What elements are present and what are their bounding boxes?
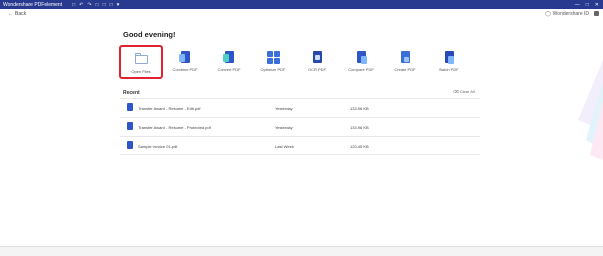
taskbar (0, 246, 603, 256)
pdf-file-icon (127, 103, 133, 111)
tool-label: Compare PDF (348, 67, 374, 72)
tool-label: OCR PDF (308, 67, 326, 72)
file-name: Transfer Award - Resume - Protected.pdf (138, 125, 211, 130)
tool-create-pdf[interactable]: Create PDF (383, 45, 427, 79)
create-pdf-icon (399, 51, 412, 64)
batch-pdf-icon (443, 51, 456, 64)
redo-icon[interactable]: ↷ (87, 2, 91, 8)
maximize-button[interactable]: □ (586, 2, 589, 8)
tool-batch-pdf[interactable]: Batch PDF (427, 45, 471, 79)
greeting-heading: Good evening! (123, 30, 176, 39)
decorative-graphic (578, 60, 603, 160)
combine-pdf-icon (178, 51, 192, 64)
share-icon[interactable]: □ (110, 2, 113, 8)
back-button[interactable]: ← Back (8, 11, 26, 17)
arrow-left-icon: ← (8, 11, 13, 17)
favorite-icon[interactable]: ♥ (117, 2, 120, 8)
tool-label: Batch PDF (439, 67, 459, 72)
trash-icon: ⌫ (453, 89, 459, 94)
tool-open-files[interactable]: Open Files (119, 45, 163, 79)
sidebar-toggle-icon[interactable] (594, 11, 599, 16)
tool-combine-pdf[interactable]: Combine PDF (163, 45, 207, 79)
title-bar: Wondershare PDFelement □ ↶ ↷ □ □ □ ♥ — □… (0, 0, 603, 9)
tool-label: Combine PDF (172, 67, 198, 72)
window-controls: — □ ✕ (575, 0, 599, 9)
convert-pdf-icon (222, 51, 236, 64)
file-size: 133.96 KB (350, 106, 369, 111)
recent-files-list: Transfer Award - Resume - Edit.pdf Yeste… (120, 98, 480, 155)
clear-all-label: Clear All (459, 89, 475, 94)
file-date: Last Week (275, 144, 294, 149)
undo-icon[interactable]: ↶ (79, 2, 83, 8)
quick-access-toolbar: □ ↶ ↷ □ □ □ ♥ (72, 2, 120, 8)
file-date: Yesterday (275, 106, 293, 111)
file-size: 120.45 KB (350, 144, 369, 149)
file-date: Yesterday (275, 125, 293, 130)
optimize-pdf-icon (266, 51, 280, 64)
tool-compare-pdf[interactable]: Compare PDF (339, 45, 383, 79)
account-button[interactable]: ◯ Wondershare ID (545, 11, 589, 17)
pdf-file-icon (127, 141, 133, 149)
tool-label: Open Files (131, 69, 151, 74)
open-icon[interactable]: □ (103, 2, 106, 8)
tool-optimize-pdf[interactable]: Optimize PDF (251, 45, 295, 79)
tool-label: Create PDF (394, 67, 416, 72)
back-label: Back (15, 11, 27, 17)
quick-tools: Open Files Combine PDF Convert PDF Optim… (113, 45, 483, 80)
tool-label: Optimize PDF (260, 67, 286, 72)
file-size: 133.96 KB (350, 125, 369, 130)
file-name: Transfer Award - Resume - Edit.pdf (138, 106, 201, 111)
account-label: Wondershare ID (552, 11, 589, 17)
list-item[interactable]: Transfer Award - Resume - Protected.pdf … (120, 117, 480, 136)
tool-label: Convert PDF (217, 67, 241, 72)
pdf-file-icon (127, 122, 133, 130)
tool-ocr-pdf[interactable]: OCR PDF (295, 45, 339, 79)
clear-all-button[interactable]: ⌫ Clear All (453, 89, 475, 94)
top-bar: ← Back ◯ Wondershare ID (0, 9, 603, 21)
app-title: Wondershare PDFelement (3, 1, 63, 8)
list-item[interactable]: Transfer Award - Resume - Edit.pdf Yeste… (120, 98, 480, 117)
tool-convert-pdf[interactable]: Convert PDF (207, 45, 251, 79)
close-button[interactable]: ✕ (595, 2, 599, 8)
recent-heading: Recent (123, 90, 140, 96)
file-name: Sample invoice 01.pdf (138, 144, 178, 149)
compare-pdf-icon (355, 51, 368, 64)
user-icon: ◯ (545, 11, 551, 17)
ocr-pdf-icon (311, 51, 324, 64)
save-icon[interactable]: □ (72, 2, 75, 8)
list-item[interactable]: Sample invoice 01.pdf Last Week 120.45 K… (120, 136, 480, 155)
print-icon[interactable]: □ (96, 2, 99, 8)
folder-icon (134, 53, 148, 66)
minimize-button[interactable]: — (575, 2, 580, 8)
